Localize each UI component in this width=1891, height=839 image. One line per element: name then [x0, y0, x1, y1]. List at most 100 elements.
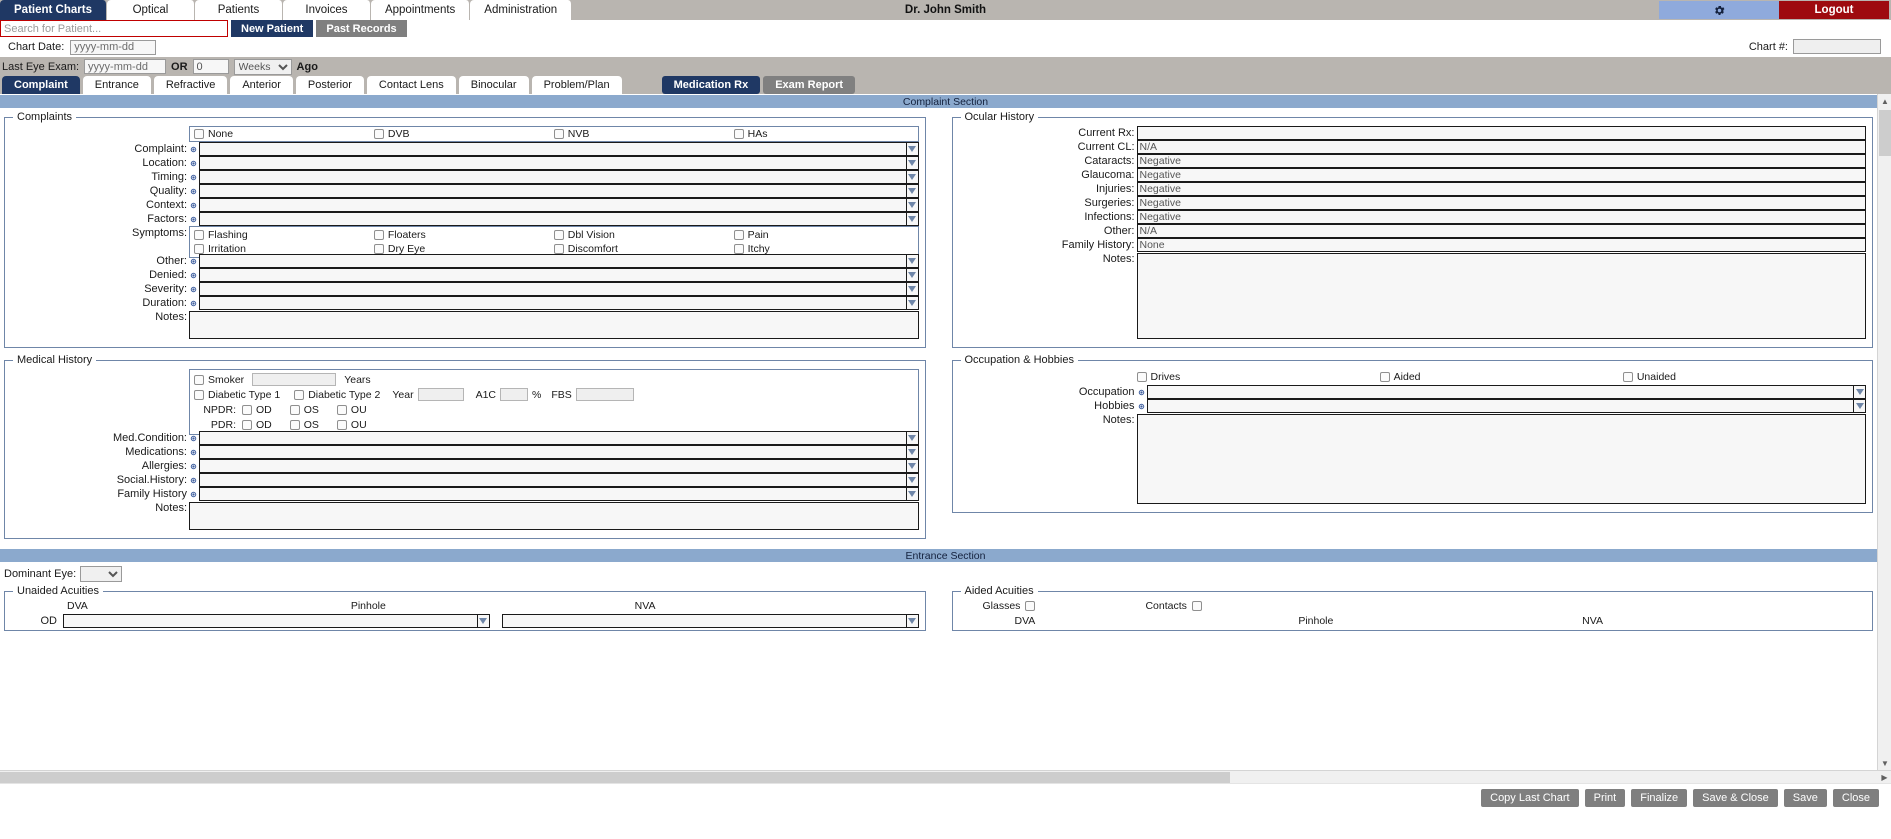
occupation-hobbies-dropdown[interactable]: [1854, 399, 1866, 413]
symptom-dbl-vision-checkbox[interactable]: [554, 230, 564, 240]
nav-tab-patient-charts[interactable]: Patient Charts: [0, 0, 107, 20]
vertical-scroll-thumb[interactable]: [1879, 110, 1891, 156]
complaint-quality--input[interactable]: [199, 184, 907, 198]
symptom-discomfort-checkbox[interactable]: [554, 244, 564, 254]
occupation-occupation-input[interactable]: [1147, 385, 1855, 399]
settings-button[interactable]: [1659, 1, 1779, 19]
tab-binocular[interactable]: Binocular: [459, 76, 529, 94]
horizontal-scrollbar[interactable]: ▶: [0, 770, 1891, 783]
symptom-floaters-checkbox[interactable]: [374, 230, 384, 240]
complaint-after-denied--dropdown[interactable]: [907, 268, 919, 282]
field-gear-icon[interactable]: [189, 285, 198, 294]
complaint-top-nvb-checkbox[interactable]: [554, 129, 564, 139]
chart-date-input[interactable]: [70, 40, 156, 55]
glasses-checkbox[interactable]: [1025, 601, 1035, 611]
symptom-itchy-checkbox[interactable]: [734, 244, 744, 254]
medical-history-allergies--dropdown[interactable]: [907, 459, 919, 473]
field-gear-icon[interactable]: [189, 271, 198, 280]
pdr-ou-checkbox[interactable]: [337, 420, 347, 430]
ocular-history-surgeries--input[interactable]: [1137, 196, 1867, 210]
nav-tab-appointments[interactable]: Appointments: [371, 0, 470, 20]
complaint-after-severity--dropdown[interactable]: [907, 282, 919, 296]
complaints-notes-textarea[interactable]: [189, 311, 919, 339]
horizontal-scroll-thumb[interactable]: [0, 772, 1230, 783]
occupation-unaided-checkbox[interactable]: [1623, 372, 1633, 382]
vertical-scrollbar[interactable]: ▲ ▼: [1877, 94, 1891, 770]
footer-finalize-button[interactable]: Finalize: [1631, 789, 1687, 807]
field-gear-icon[interactable]: [189, 201, 198, 210]
complaint-top-has-checkbox[interactable]: [734, 129, 744, 139]
field-gear-icon[interactable]: [189, 215, 198, 224]
complaint-after-duration--input[interactable]: [199, 296, 907, 310]
scroll-down-arrow[interactable]: ▼: [1878, 756, 1891, 770]
complaint-complaint--input[interactable]: [199, 142, 907, 156]
complaint-top-dvb-checkbox[interactable]: [374, 129, 384, 139]
medical-history-medications--input[interactable]: [199, 445, 907, 459]
unaided-pinhole-dropdown[interactable]: [907, 614, 919, 628]
occupation-hobbies-input[interactable]: [1147, 399, 1855, 413]
ocular-history-family-history--input[interactable]: [1137, 238, 1867, 252]
medical-history-family-history-dropdown[interactable]: [907, 487, 919, 501]
occupation-notes-textarea[interactable]: [1137, 414, 1867, 504]
medical-history-social-history--dropdown[interactable]: [907, 473, 919, 487]
complaint-location--input[interactable]: [199, 156, 907, 170]
medical-history-notes-textarea[interactable]: [189, 502, 919, 530]
ocular-history-glaucoma--input[interactable]: [1137, 168, 1867, 182]
tab-exam-report[interactable]: Exam Report: [763, 76, 855, 94]
field-gear-icon[interactable]: [189, 173, 198, 182]
contacts-checkbox[interactable]: [1192, 601, 1202, 611]
complaint-location--dropdown[interactable]: [907, 156, 919, 170]
ocular-history-notes-textarea[interactable]: [1137, 253, 1867, 339]
diabetic-type1-checkbox[interactable]: [194, 390, 204, 400]
field-gear-icon[interactable]: [189, 257, 198, 266]
field-gear-icon[interactable]: [1137, 388, 1146, 397]
nav-tab-optical[interactable]: Optical: [107, 0, 195, 20]
field-gear-icon[interactable]: [189, 159, 198, 168]
symptom-dry-eye-checkbox[interactable]: [374, 244, 384, 254]
a1c-input[interactable]: [500, 388, 528, 401]
tab-medication-rx[interactable]: Medication Rx: [662, 76, 761, 94]
ocular-history-infections--input[interactable]: [1137, 210, 1867, 224]
logout-button[interactable]: Logout: [1779, 1, 1889, 19]
scroll-up-arrow[interactable]: ▲: [1878, 94, 1891, 108]
complaint-after-denied--input[interactable]: [199, 268, 907, 282]
ago-unit-select[interactable]: Weeks: [234, 59, 292, 75]
complaint-after-other--dropdown[interactable]: [907, 254, 919, 268]
fbs-input[interactable]: [576, 388, 634, 401]
complaint-top-none-checkbox[interactable]: [194, 129, 204, 139]
field-gear-icon[interactable]: [189, 490, 198, 499]
medical-history-med-condition--input[interactable]: [199, 431, 907, 445]
dominant-eye-select[interactable]: [80, 566, 122, 582]
footer-save-button[interactable]: Save: [1784, 789, 1827, 807]
tab-entrance[interactable]: Entrance: [83, 76, 151, 94]
medical-history-social-history--input[interactable]: [199, 473, 907, 487]
field-gear-icon[interactable]: [189, 145, 198, 154]
tab-complaint[interactable]: Complaint: [2, 76, 80, 94]
tab-anterior[interactable]: Anterior: [230, 76, 293, 94]
footer-copy-last-chart-button[interactable]: Copy Last Chart: [1481, 789, 1578, 807]
medical-history-allergies--input[interactable]: [199, 459, 907, 473]
footer-print-button[interactable]: Print: [1585, 789, 1626, 807]
field-gear-icon[interactable]: [189, 462, 198, 471]
chart-number-input[interactable]: [1793, 39, 1881, 54]
medical-history-medications--dropdown[interactable]: [907, 445, 919, 459]
field-gear-icon[interactable]: [1137, 402, 1146, 411]
symptom-pain-checkbox[interactable]: [734, 230, 744, 240]
occupation-drives-checkbox[interactable]: [1137, 372, 1147, 382]
diabetic-type2-checkbox[interactable]: [294, 390, 304, 400]
last-eye-exam-input[interactable]: [84, 59, 166, 74]
scroll-right-arrow[interactable]: ▶: [1878, 771, 1891, 784]
npdr-od-checkbox[interactable]: [242, 405, 252, 415]
complaint-factors--dropdown[interactable]: [907, 212, 919, 226]
field-gear-icon[interactable]: [189, 299, 198, 308]
tab-contact-lens[interactable]: Contact Lens: [367, 76, 456, 94]
pdr-os-checkbox[interactable]: [290, 420, 300, 430]
smoker-checkbox[interactable]: [194, 375, 204, 385]
ocular-history-cataracts--input[interactable]: [1137, 154, 1867, 168]
past-records-button[interactable]: Past Records: [316, 20, 406, 37]
complaint-timing--dropdown[interactable]: [907, 170, 919, 184]
tab-posterior[interactable]: Posterior: [296, 76, 364, 94]
complaint-factors--input[interactable]: [199, 212, 907, 226]
tab-refractive[interactable]: Refractive: [154, 76, 228, 94]
complaint-context--input[interactable]: [199, 198, 907, 212]
